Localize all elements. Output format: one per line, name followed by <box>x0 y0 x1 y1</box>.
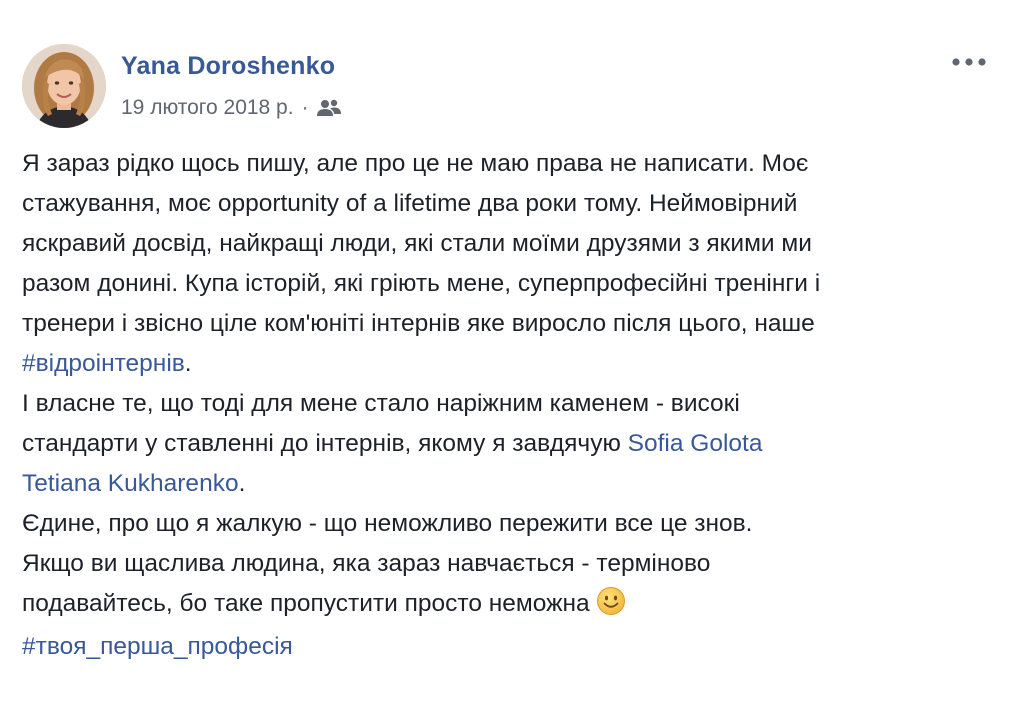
hashtag-suffix: . <box>184 350 192 377</box>
meta-separator: · <box>301 96 309 119</box>
avatar-image <box>22 44 106 128</box>
mention-link-tetiana[interactable]: Tetiana Kukharenko <box>22 470 239 497</box>
body-line: Я зараз рідко щось пишу, але про це не м… <box>22 150 809 177</box>
smile-emoji-icon <box>596 586 626 629</box>
mention-suffix: . <box>238 470 246 497</box>
body-line: Єдине, про що я жалкую - що неможливо пе… <box>22 510 753 537</box>
avatar[interactable] <box>22 44 106 128</box>
body-line: тренери і звісно ціле ком'юніті інтернів… <box>22 310 815 337</box>
post-body: Я зараз рідко щось пишу, але про це не м… <box>22 144 982 624</box>
author-name[interactable]: Yana Doroshenko <box>121 52 335 81</box>
body-line: разом донині. Купа історій, які гріють м… <box>22 270 821 297</box>
body-line: Tetiana Kukharenko. <box>22 464 982 504</box>
friends-icon[interactable] <box>316 98 341 118</box>
post-meta: 19 лютого 2018 р. · <box>121 93 341 123</box>
body-line: Якщо ви щаслива людина, яка зараз навчає… <box>22 550 711 577</box>
body-line: стандарти у ставленні до інтернів, якому… <box>22 424 982 464</box>
hashtag-link-bottom[interactable]: #твоя_перша_професія <box>22 627 293 667</box>
body-line: І власне те, що тоді для мене стало нарі… <box>22 390 740 417</box>
post-date[interactable]: 19 лютого 2018 р. <box>121 96 294 120</box>
facebook-post: Yana Doroshenko 19 лютого 2018 р. · Я за… <box>0 0 1021 707</box>
mention-link-sofia[interactable]: Sofia Golota <box>628 430 763 457</box>
more-options-icon <box>952 58 986 66</box>
body-line: стажування, моє opportunity of a lifetim… <box>22 190 798 217</box>
body-line: #відроінтернів. <box>22 344 982 384</box>
body-line-text: стандарти у ставленні до інтернів, якому… <box>22 430 628 457</box>
body-line: яскравий досвід, найкращі люди, які стал… <box>22 230 812 257</box>
body-line: подавайтесь, бо таке пропустити просто н… <box>22 584 982 624</box>
more-options-button[interactable] <box>949 48 989 76</box>
hashtag-link[interactable]: #відроінтернів <box>22 350 185 377</box>
body-line-text: подавайтесь, бо таке пропустити просто н… <box>22 590 590 617</box>
